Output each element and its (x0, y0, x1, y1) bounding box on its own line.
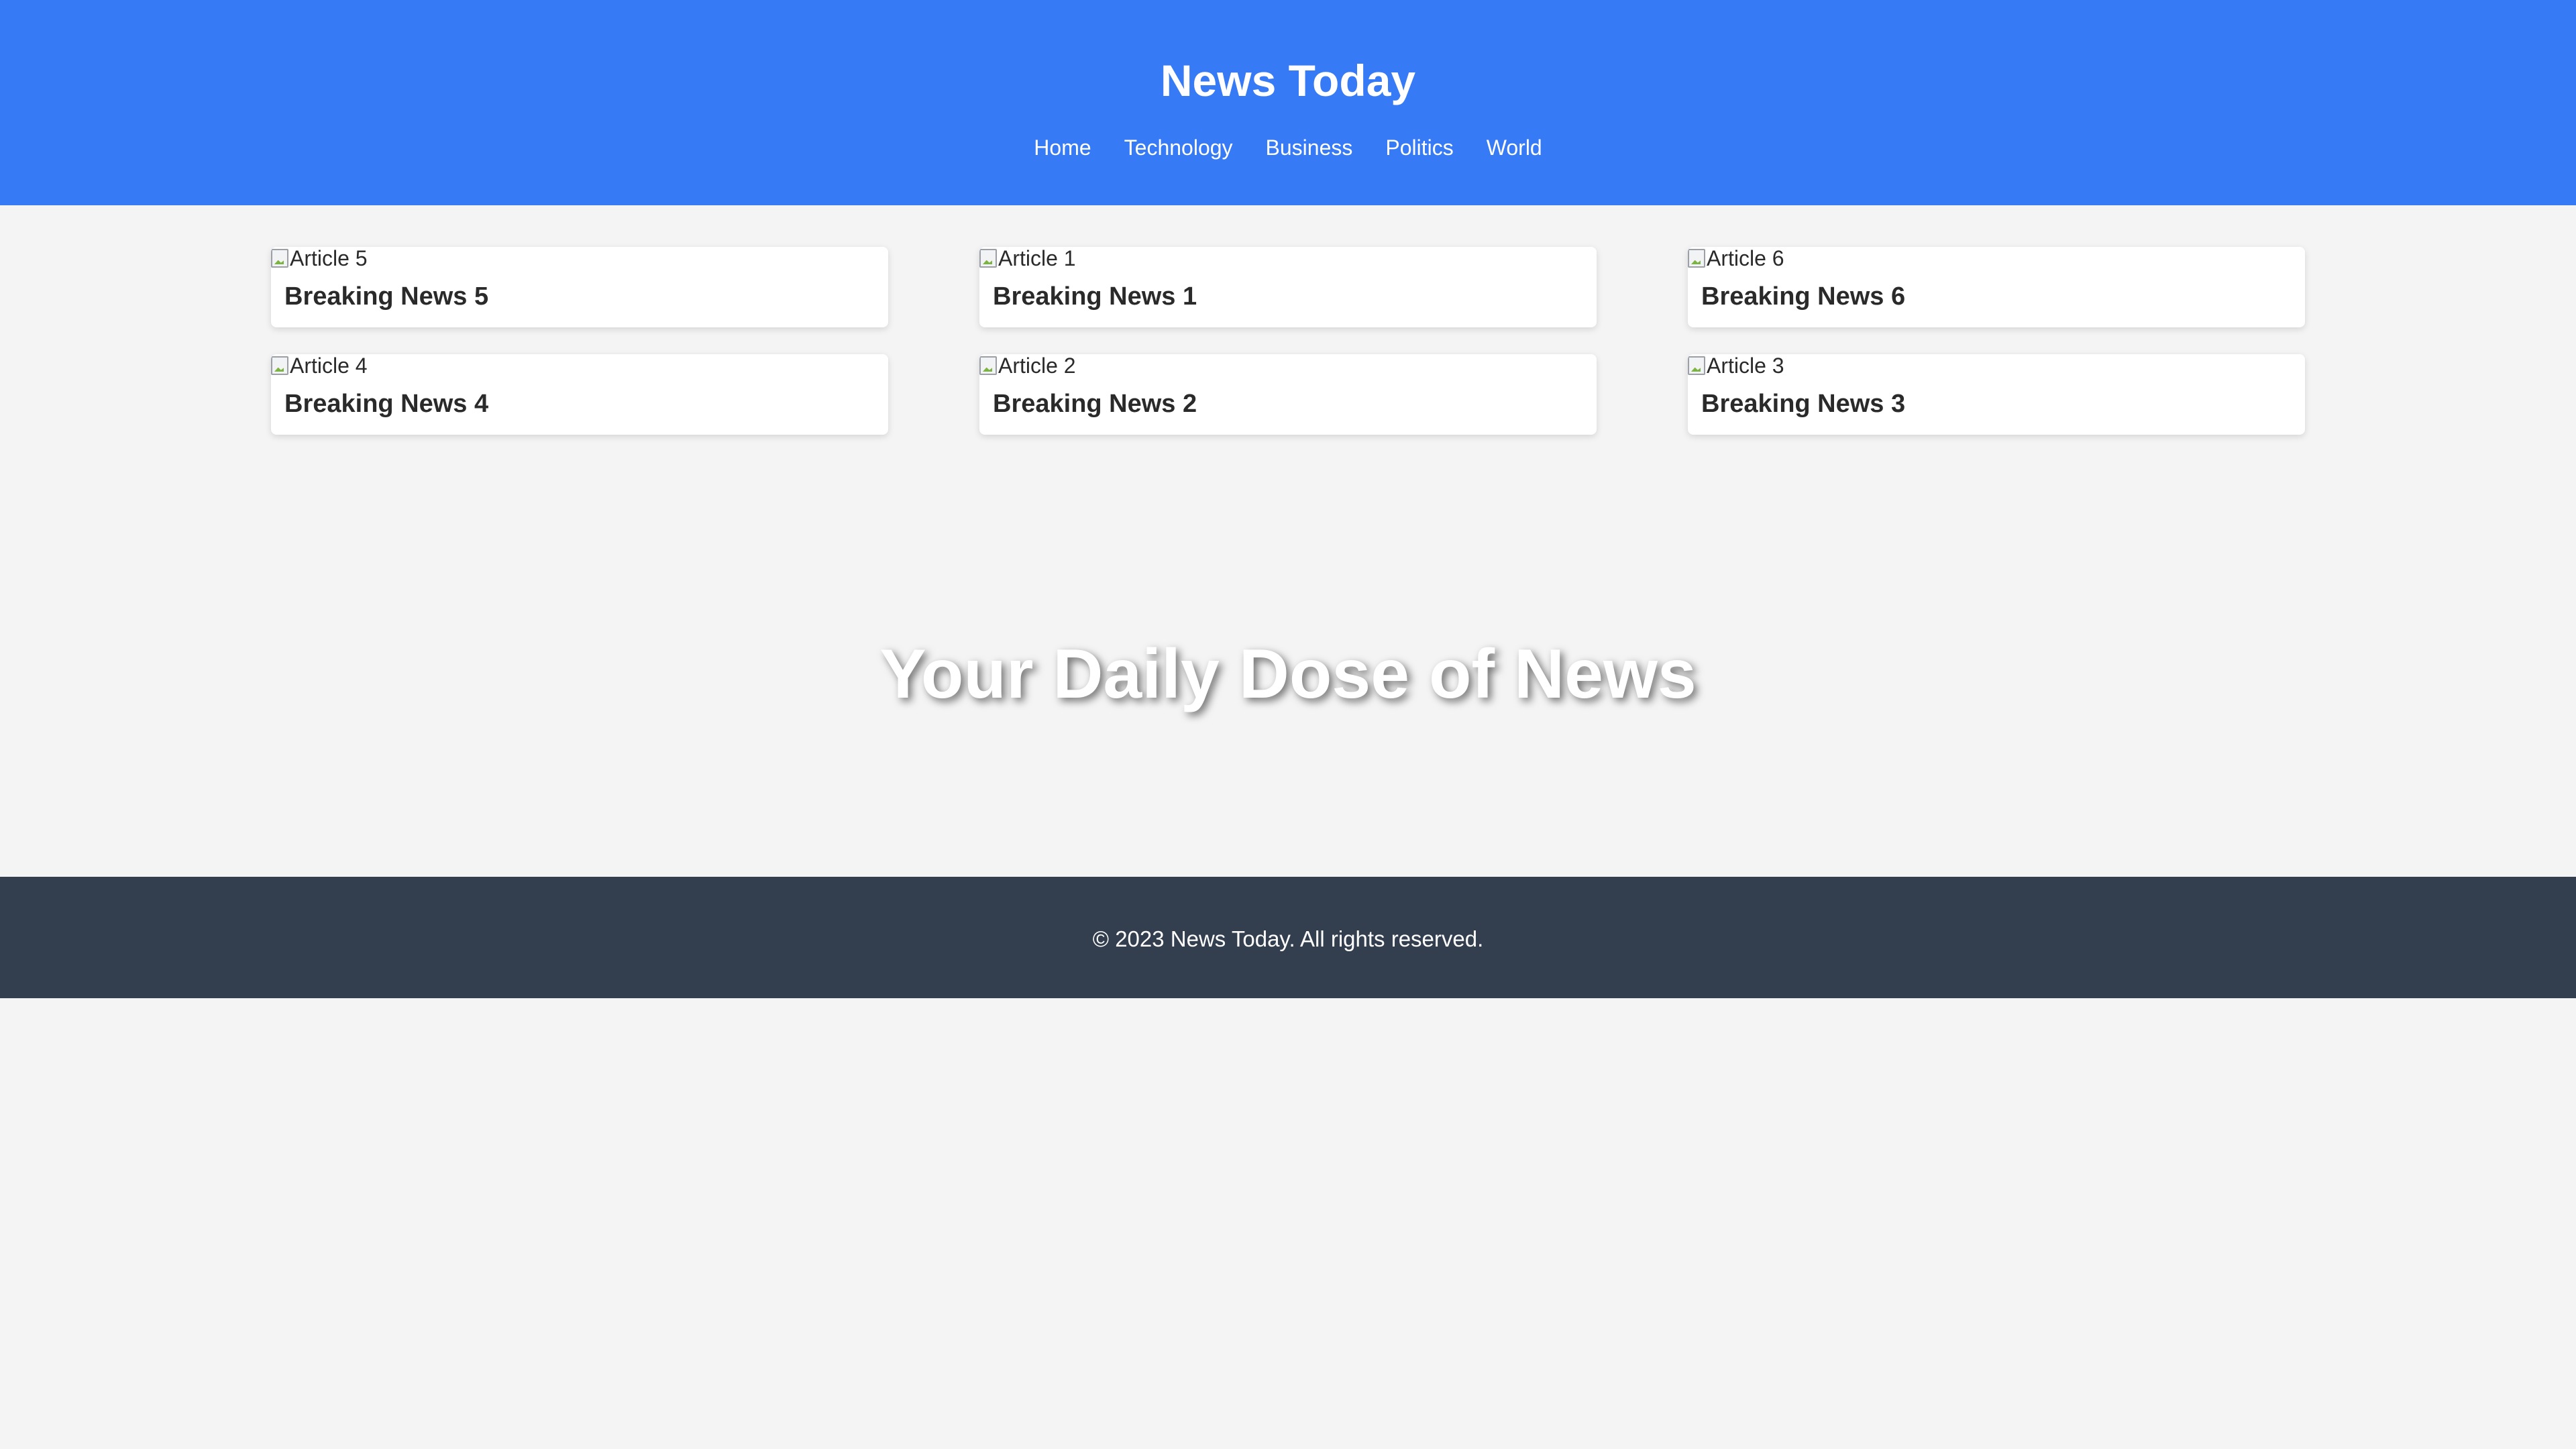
article-image: Article 5 (271, 247, 888, 270)
broken-image-icon (1688, 356, 1705, 375)
article-title[interactable]: Breaking News 1 (993, 282, 1597, 311)
article-grid: Article 5 Breaking News 5 Article 1 Brea… (271, 247, 2305, 435)
nav-link-business[interactable]: Business (1266, 134, 1353, 161)
hero-heading: Your Daily Dose of News (879, 635, 1697, 713)
nav-link-home[interactable]: Home (1034, 134, 1091, 161)
broken-image-icon (271, 249, 288, 268)
article-title[interactable]: Breaking News 2 (993, 389, 1597, 419)
article-title[interactable]: Breaking News 6 (1701, 282, 2305, 311)
article-card[interactable]: Article 1 Breaking News 1 (979, 247, 1597, 327)
main-nav: Home Technology Business Politics World (0, 134, 2576, 161)
article-image-alt: Article 3 (1707, 354, 1784, 378)
article-title[interactable]: Breaking News 3 (1701, 389, 2305, 419)
broken-image-icon (979, 249, 997, 268)
site-footer: © 2023 News Today. All rights reserved. (0, 877, 2576, 998)
broken-image-icon (271, 356, 288, 375)
nav-link-world[interactable]: World (1487, 134, 1542, 161)
article-image: Article 4 (271, 354, 888, 377)
article-image-alt: Article 2 (998, 354, 1076, 378)
site-header: News Today Home Technology Business Poli… (0, 0, 2576, 205)
copyright-text: © 2023 News Today. All rights reserved. (1092, 926, 1484, 951)
article-image-alt: Article 5 (290, 247, 368, 270)
article-card[interactable]: Article 3 Breaking News 3 (1688, 354, 2305, 435)
article-card[interactable]: Article 6 Breaking News 6 (1688, 247, 2305, 327)
article-image: Article 2 (979, 354, 1597, 377)
article-card[interactable]: Article 4 Breaking News 4 (271, 354, 888, 435)
article-image: Article 6 (1688, 247, 2305, 270)
nav-link-politics[interactable]: Politics (1385, 134, 1453, 161)
article-title[interactable]: Breaking News 5 (284, 282, 888, 311)
article-image-alt: Article 1 (998, 247, 1076, 270)
broken-image-icon (979, 356, 997, 375)
article-image-alt: Article 4 (290, 354, 368, 378)
article-image: Article 1 (979, 247, 1597, 270)
hero-banner: Your Daily Dose of News (0, 631, 2576, 718)
broken-image-icon (1688, 249, 1705, 268)
article-image-alt: Article 6 (1707, 247, 1784, 270)
site-title: News Today (1160, 56, 1416, 105)
article-image: Article 3 (1688, 354, 2305, 377)
article-card[interactable]: Article 2 Breaking News 2 (979, 354, 1597, 435)
article-card[interactable]: Article 5 Breaking News 5 (271, 247, 888, 327)
article-title[interactable]: Breaking News 4 (284, 389, 888, 419)
nav-link-technology[interactable]: Technology (1124, 134, 1233, 161)
